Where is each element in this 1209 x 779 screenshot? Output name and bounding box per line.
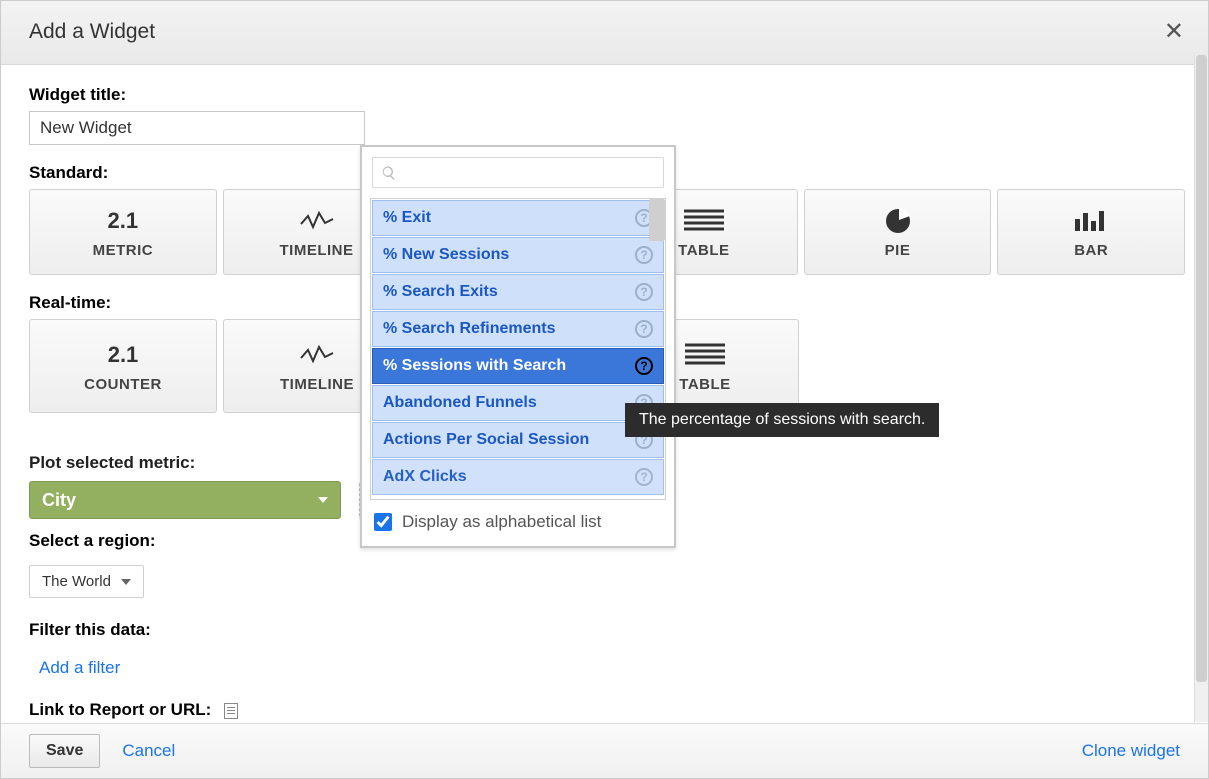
metric-search-input[interactable] xyxy=(405,164,655,181)
metric-tooltip: The percentage of sessions with search. xyxy=(625,403,939,437)
type-pie[interactable]: PIE xyxy=(804,189,992,275)
add-filter-link[interactable]: Add a filter xyxy=(39,658,120,678)
metric-list: % Exit? % New Sessions? % Search Exits? … xyxy=(370,198,666,500)
chevron-down-icon xyxy=(318,497,328,503)
help-icon[interactable]: ? xyxy=(635,246,653,264)
metric-option[interactable]: Actions Per Social Session? xyxy=(372,422,664,458)
document-icon xyxy=(224,703,238,719)
search-icon xyxy=(381,165,397,181)
region-select[interactable]: The World xyxy=(29,565,144,598)
help-icon[interactable]: ? xyxy=(635,283,653,301)
widget-title-input[interactable] xyxy=(29,111,365,145)
table-icon xyxy=(685,340,725,370)
dialog-title: Add a Widget xyxy=(29,20,155,44)
pie-icon xyxy=(884,206,912,236)
metric-option[interactable]: AdX Clicks? xyxy=(372,459,664,495)
scrollbar-thumb[interactable] xyxy=(649,199,665,241)
type-bar[interactable]: BAR xyxy=(997,189,1185,275)
dialog-header: Add a Widget ✕ xyxy=(1,1,1208,65)
metric-search[interactable] xyxy=(372,157,664,188)
timeline-icon xyxy=(300,340,334,370)
link-report-label: Link to Report or URL: xyxy=(29,700,211,719)
table-icon xyxy=(684,206,724,236)
save-button[interactable]: Save xyxy=(29,734,100,768)
dialog-footer: Save Cancel Clone widget xyxy=(1,723,1208,778)
alpha-list-label: Display as alphabetical list xyxy=(402,512,601,532)
region-value: The World xyxy=(42,573,111,590)
scrollbar-thumb[interactable] xyxy=(1196,55,1207,682)
cancel-link[interactable]: Cancel xyxy=(122,741,175,761)
help-icon[interactable]: ? xyxy=(635,320,653,338)
type-counter[interactable]: 2.1 COUNTER xyxy=(29,319,217,413)
metric-option[interactable]: % New Sessions? xyxy=(372,237,664,273)
close-icon[interactable]: ✕ xyxy=(1156,13,1192,50)
metric-option[interactable]: Abandoned Funnels? xyxy=(372,385,664,421)
metric-dropdown: % Exit? % New Sessions? % Search Exits? … xyxy=(360,145,676,548)
dialog-body: Widget title: Standard: 2.1 METRIC TIMEL… xyxy=(1,65,1208,723)
bar-icon xyxy=(1074,206,1108,236)
clone-widget-link[interactable]: Clone widget xyxy=(1082,741,1180,761)
metric-option[interactable]: % Search Refinements? xyxy=(372,311,664,347)
chevron-down-icon xyxy=(121,579,131,585)
widget-title-label: Widget title: xyxy=(29,85,1180,105)
dimension-value: City xyxy=(42,490,76,511)
add-widget-dialog: Add a Widget ✕ Widget title: Standard: 2… xyxy=(0,0,1209,779)
metric-number-icon: 2.1 xyxy=(108,206,139,236)
dimension-select[interactable]: City xyxy=(29,481,341,519)
link-report-row: Link to Report or URL: xyxy=(29,700,1180,720)
alpha-list-checkbox[interactable] xyxy=(374,513,392,531)
metric-option[interactable]: % Exit? xyxy=(372,200,664,236)
help-icon[interactable]: ? xyxy=(635,357,653,375)
timeline-icon xyxy=(300,206,334,236)
help-icon[interactable]: ? xyxy=(635,468,653,486)
type-metric[interactable]: 2.1 METRIC xyxy=(29,189,217,275)
counter-number-icon: 2.1 xyxy=(108,340,139,370)
page-scrollbar[interactable] xyxy=(1194,55,1208,722)
alpha-list-row: Display as alphabetical list xyxy=(366,500,670,542)
metric-option-selected[interactable]: % Sessions with Search? xyxy=(372,348,664,384)
filter-label: Filter this data: xyxy=(29,620,1180,640)
metric-option[interactable]: % Search Exits? xyxy=(372,274,664,310)
